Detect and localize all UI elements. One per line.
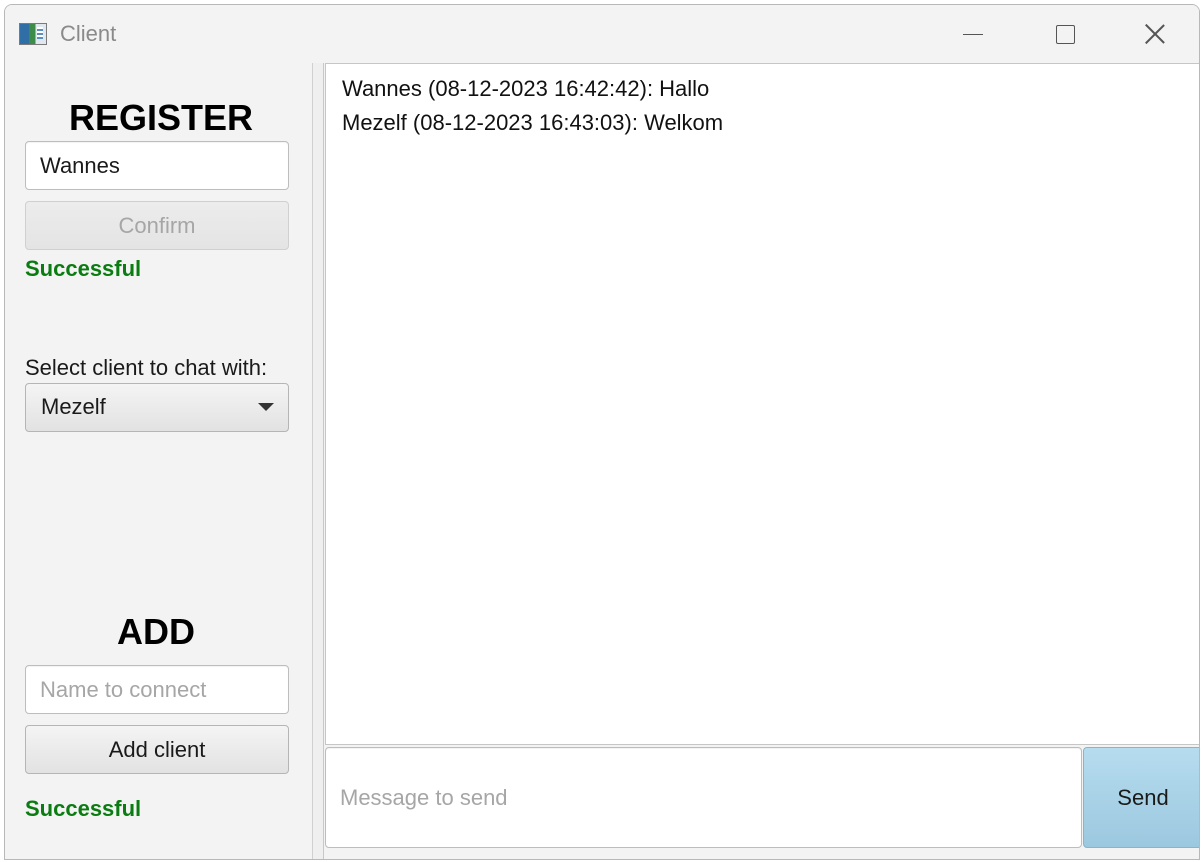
close-button[interactable] xyxy=(1109,5,1199,63)
message-input[interactable] xyxy=(325,747,1082,848)
connect-name-input[interactable] xyxy=(25,665,289,714)
sidebar: REGISTER Confirm Successful Select clien… xyxy=(5,63,312,859)
client-window: Client REGISTER Confirm Successful Selec… xyxy=(4,4,1200,860)
minimize-icon xyxy=(963,33,983,35)
maximize-button[interactable] xyxy=(1019,5,1111,63)
select-client-label: Select client to chat with: xyxy=(25,355,268,380)
app-icon xyxy=(19,23,47,45)
close-icon xyxy=(1144,23,1166,45)
chat-message: Mezelf (08-12-2023 16:43:03): Welkom xyxy=(342,110,724,135)
register-heading: REGISTER xyxy=(68,97,254,138)
chat-log[interactable]: Wannes (08-12-2023 16:42:42): Hallo Meze… xyxy=(325,63,1199,745)
chevron-down-icon xyxy=(258,403,274,411)
add-status: Successful xyxy=(25,796,142,821)
chat-message: Wannes (08-12-2023 16:42:42): Hallo xyxy=(342,76,710,101)
client-select[interactable]: Mezelf xyxy=(25,383,289,432)
add-client-button[interactable]: Add client xyxy=(25,725,289,774)
window-title: Client xyxy=(60,21,117,46)
title-bar[interactable]: Client xyxy=(5,5,1199,63)
register-status: Successful xyxy=(25,256,142,281)
confirm-button[interactable]: Confirm xyxy=(25,201,289,250)
split-divider[interactable] xyxy=(312,63,324,859)
minimize-button[interactable] xyxy=(927,5,1019,63)
client-select-value: Mezelf xyxy=(41,394,106,419)
add-heading: ADD xyxy=(117,611,195,652)
maximize-icon xyxy=(1055,24,1075,44)
register-name-input[interactable] xyxy=(25,141,289,190)
send-button[interactable]: Send xyxy=(1083,747,1199,848)
